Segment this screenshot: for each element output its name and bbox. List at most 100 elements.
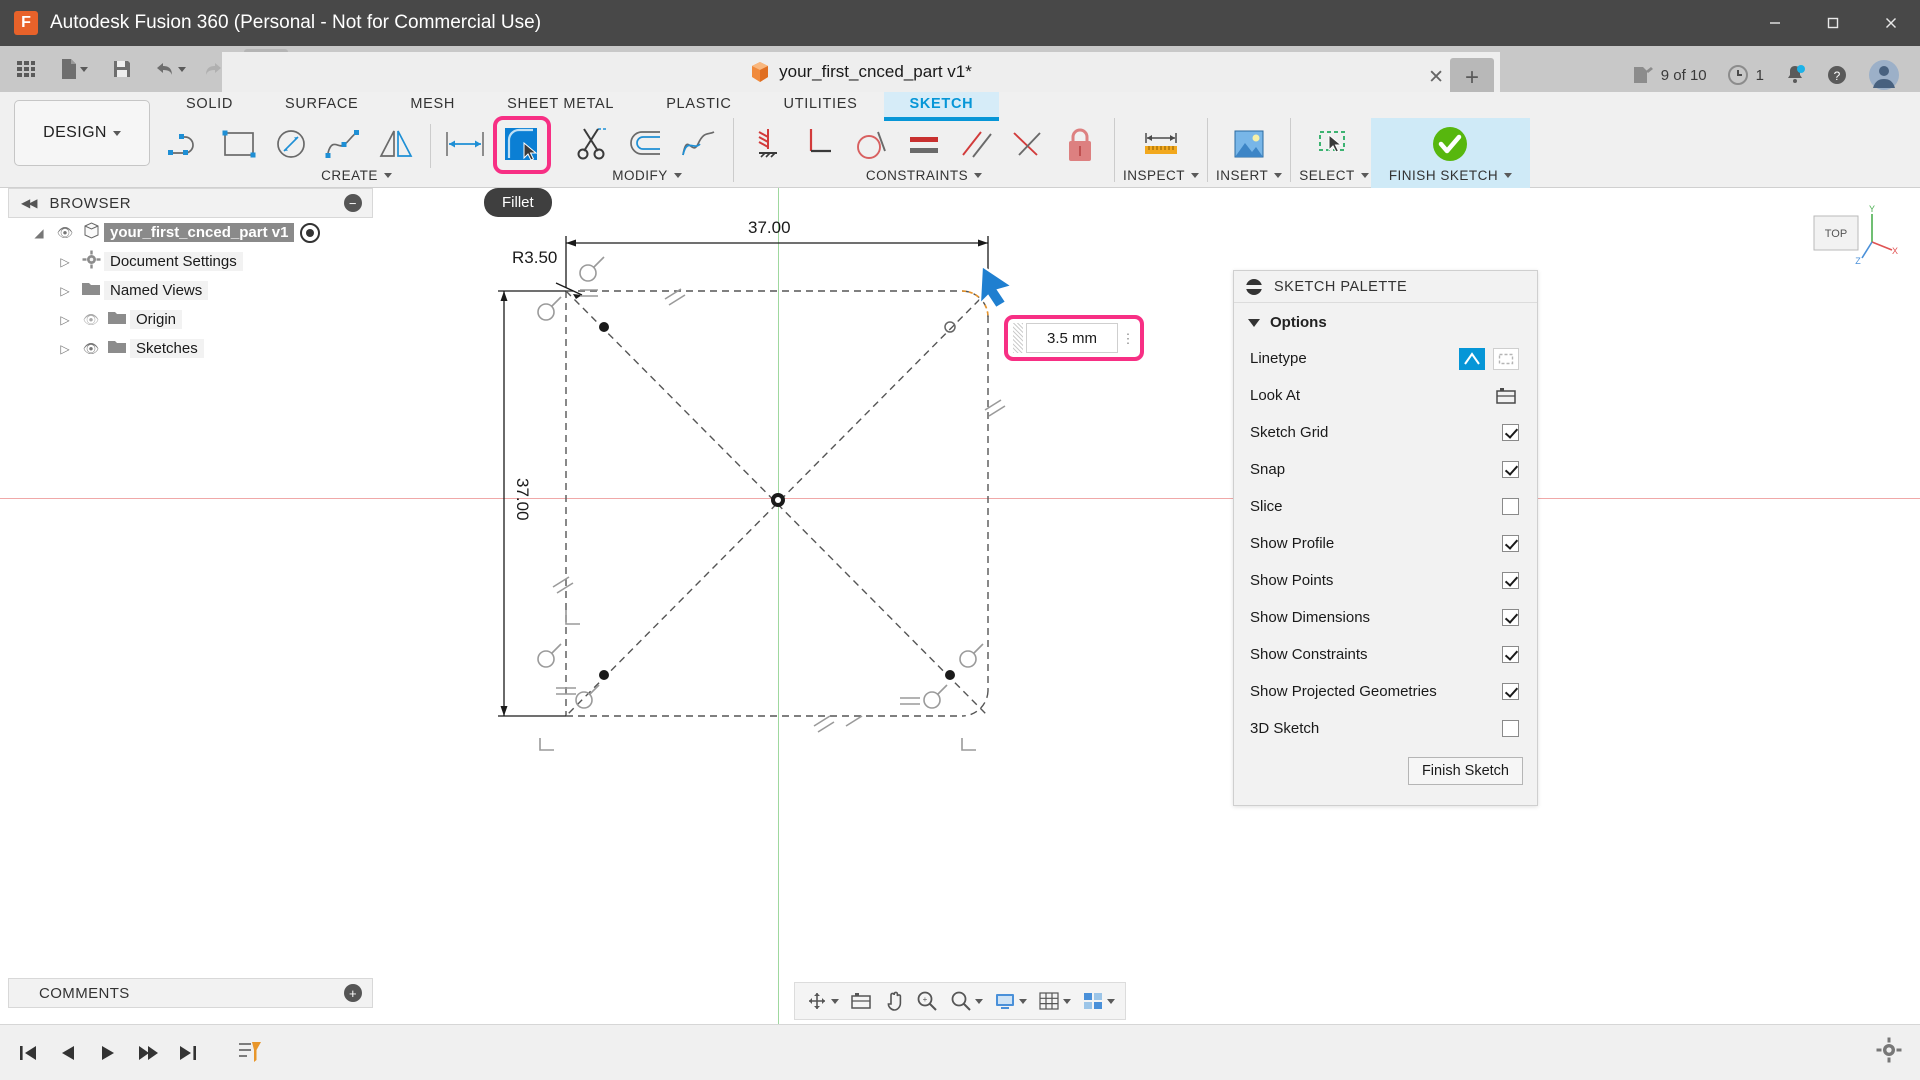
expand-arrow-icon[interactable]: ◢ xyxy=(26,226,52,240)
linetype-construction-icon[interactable] xyxy=(1493,347,1519,370)
target-icon[interactable] xyxy=(300,222,321,243)
grid-snap-icon[interactable] xyxy=(1033,985,1075,1017)
jobs-status[interactable]: 9 of 10 xyxy=(1632,65,1707,85)
ribbon-group-label-inspect[interactable]: INSPECT xyxy=(1123,168,1200,183)
look-at-icon[interactable] xyxy=(845,985,877,1017)
show-dimensions-option[interactable]: Show Dimensions xyxy=(1234,599,1537,636)
vertical-dimension[interactable]: 37.00 xyxy=(512,478,532,521)
chevron-down-icon[interactable] xyxy=(1063,998,1071,1004)
chevron-down-icon[interactable] xyxy=(831,998,839,1004)
offset-icon[interactable] xyxy=(621,118,673,170)
step-back-icon[interactable] xyxy=(52,1036,84,1070)
ribbon-tab-plastic[interactable]: PLASTIC xyxy=(640,92,757,117)
3d-sketch-option[interactable]: 3D Sketch xyxy=(1234,710,1537,747)
document-tab[interactable]: your_first_cnced_part v1* xyxy=(750,61,972,83)
measure-icon[interactable] xyxy=(1131,118,1191,170)
ribbon-tab-mesh[interactable]: MESH xyxy=(384,92,481,117)
horizontal-dimension[interactable]: 37.00 xyxy=(748,218,791,238)
slice-option[interactable]: Slice xyxy=(1234,488,1537,525)
tree-item-origin[interactable]: ▷ 👁 Origin xyxy=(8,305,373,334)
ribbon-tab-surface[interactable]: SURFACE xyxy=(259,92,384,117)
workspace-selector[interactable]: DESIGN xyxy=(14,100,150,166)
view-cube[interactable]: TOP Y X Z xyxy=(1806,202,1898,266)
expand-arrow-icon[interactable]: ▷ xyxy=(52,313,78,327)
circle-icon[interactable] xyxy=(266,118,318,170)
show-profile-checkbox[interactable] xyxy=(1502,535,1519,552)
new-file-icon[interactable] xyxy=(52,49,96,89)
chevron-down-icon[interactable] xyxy=(975,998,983,1004)
ribbon-tab-solid[interactable]: SOLID xyxy=(160,92,259,117)
midpoint-icon[interactable] xyxy=(1002,118,1054,170)
finish-sketch-button[interactable]: Finish Sketch xyxy=(1407,757,1523,785)
coincident-icon[interactable] xyxy=(742,118,794,170)
tree-item-sketches[interactable]: ▷ 👁 Sketches xyxy=(8,334,373,363)
linetype-normal-icon[interactable] xyxy=(1459,347,1485,370)
comments-add-icon[interactable]: + xyxy=(344,984,362,1002)
zoom-icon[interactable]: + xyxy=(911,985,943,1017)
show-points-option[interactable]: Show Points xyxy=(1234,562,1537,599)
pan-icon[interactable] xyxy=(879,985,909,1017)
expand-arrow-icon[interactable]: ▷ xyxy=(52,342,78,356)
close-button[interactable] xyxy=(1862,0,1920,46)
visibility-eye-off-icon[interactable]: 👁 xyxy=(78,312,104,328)
ribbon-group-finish-sketch[interactable]: FINISH SKETCH xyxy=(1370,118,1531,188)
ribbon-group-label-finish-sketch[interactable]: FINISH SKETCH xyxy=(1389,168,1513,183)
step-forward-icon[interactable] xyxy=(132,1036,164,1070)
ribbon-tab-sketch[interactable]: SKETCH xyxy=(883,92,1000,121)
3d-sketch-checkbox[interactable] xyxy=(1502,720,1519,737)
finish-check-icon[interactable] xyxy=(1420,118,1480,170)
perpendicular-icon[interactable] xyxy=(794,118,846,170)
timeline-filter-icon[interactable] xyxy=(234,1036,266,1070)
undo-icon[interactable] xyxy=(148,49,192,89)
curve-icon[interactable] xyxy=(673,118,725,170)
ribbon-group-label-modify[interactable]: MODIFY xyxy=(612,168,682,183)
snap-option[interactable]: Snap xyxy=(1234,451,1537,488)
zoom-fit-icon[interactable] xyxy=(945,985,987,1017)
show-constraints-checkbox[interactable] xyxy=(1502,646,1519,663)
maximize-button[interactable] xyxy=(1804,0,1862,46)
mirror-icon[interactable] xyxy=(370,118,422,170)
browser-minimize-icon[interactable]: − xyxy=(344,194,362,212)
visibility-eye-icon[interactable]: 👁 xyxy=(78,341,104,357)
line-icon[interactable] xyxy=(162,118,214,170)
linetype-option[interactable]: Linetype xyxy=(1234,340,1537,377)
tangent-icon[interactable] xyxy=(846,118,898,170)
pin-icon[interactable] xyxy=(1244,278,1264,295)
ribbon-group-label-insert[interactable]: INSERT xyxy=(1216,168,1283,183)
play-icon[interactable] xyxy=(92,1036,124,1070)
ribbon-group-label-select[interactable]: SELECT xyxy=(1299,168,1369,183)
sketch-grid-checkbox[interactable] xyxy=(1502,424,1519,441)
show-profile-option[interactable]: Show Profile xyxy=(1234,525,1537,562)
timeline-settings-gear-icon[interactable] xyxy=(1876,1037,1902,1068)
rectangle-icon[interactable] xyxy=(214,118,266,170)
tree-item-document-settings[interactable]: ▷ Document Settings xyxy=(8,247,373,276)
comments-panel[interactable]: COMMENTS + xyxy=(8,978,373,1008)
look-at-icon[interactable] xyxy=(1493,385,1519,407)
user-avatar-icon[interactable] xyxy=(1868,59,1900,91)
chevron-down-icon[interactable] xyxy=(80,66,88,72)
apps-grid-icon[interactable] xyxy=(4,49,48,89)
show-projected-geometries-option[interactable]: Show Projected Geometries xyxy=(1234,673,1537,710)
viewports-icon[interactable] xyxy=(1077,985,1119,1017)
show-projected-geometries-checkbox[interactable] xyxy=(1502,683,1519,700)
expand-arrow-icon[interactable]: ▷ xyxy=(52,284,78,298)
save-icon[interactable] xyxy=(100,49,144,89)
chevron-down-icon[interactable] xyxy=(1107,998,1115,1004)
orbit-icon[interactable] xyxy=(801,985,843,1017)
go-to-beginning-icon[interactable] xyxy=(12,1036,44,1070)
sketch-grid-option[interactable]: Sketch Grid xyxy=(1234,414,1537,451)
spline-icon[interactable] xyxy=(318,118,370,170)
kebab-menu-icon[interactable]: ⋮ xyxy=(1118,332,1138,345)
look-at-option[interactable]: Look At xyxy=(1234,377,1537,414)
fillet-icon[interactable] xyxy=(491,116,551,174)
help-icon[interactable]: ? xyxy=(1826,64,1848,86)
ribbon-group-label-constraints[interactable]: CONSTRAINTS xyxy=(866,168,983,183)
value-field[interactable]: 3.5 mm xyxy=(1026,323,1118,353)
show-constraints-option[interactable]: Show Constraints xyxy=(1234,636,1537,673)
tree-item-named-views[interactable]: ▷ Named Views xyxy=(8,276,373,305)
parallel-icon[interactable] xyxy=(950,118,1002,170)
visibility-eye-icon[interactable]: 👁 xyxy=(52,225,78,241)
dimension-icon[interactable] xyxy=(439,118,491,170)
fix-lock-icon[interactable] xyxy=(1054,118,1106,170)
ribbon-tab-sheet-metal[interactable]: SHEET METAL xyxy=(481,92,640,117)
